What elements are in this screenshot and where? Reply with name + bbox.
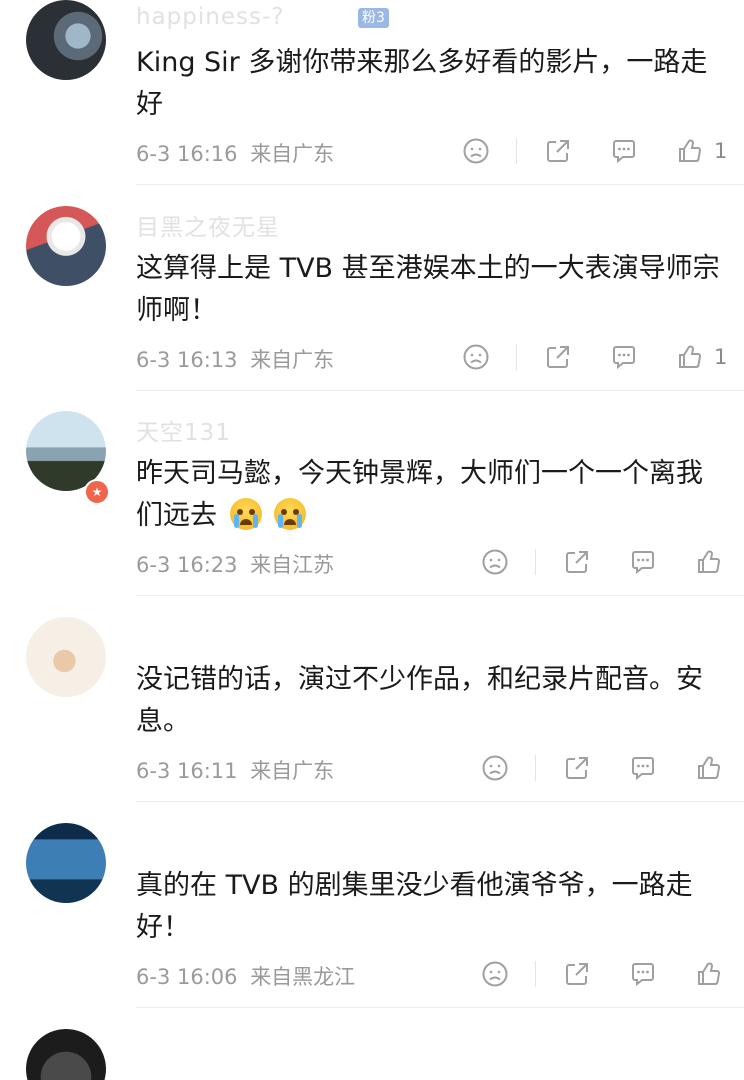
comment-time: 6-3 16:06 [136, 965, 238, 989]
divider [136, 1007, 744, 1008]
frown-icon [463, 138, 489, 164]
like-button[interactable]: 1 [676, 134, 727, 168]
divider [136, 390, 744, 391]
separator [535, 755, 536, 781]
dislike-button[interactable] [481, 751, 509, 785]
comment-meta: 6-3 16:11 来自广东 [136, 755, 334, 785]
share-button[interactable] [563, 751, 591, 785]
share-icon [566, 551, 588, 573]
comment-time: 6-3 16:16 [136, 142, 238, 166]
comment-actions [481, 545, 728, 579]
comment-time: 6-3 16:11 [136, 759, 238, 783]
comment-item: ★ 天空131 昨天司马懿，今天钟景辉，大师们一个一个离我们远去 6-3 16:… [0, 411, 744, 616]
comment-text: King Sir 多谢你带来那么多好看的影片，一路走好 [136, 47, 708, 120]
frown-icon [482, 961, 508, 987]
comment-actions [481, 751, 728, 785]
comment-icon [632, 963, 654, 987]
separator [535, 549, 536, 575]
thumbs-up-icon [698, 550, 721, 573]
reply-button[interactable] [629, 957, 657, 991]
dislike-button[interactable] [481, 957, 509, 991]
comment-text: 昨天司马懿，今天钟景辉，大师们一个一个离我们远去 [136, 453, 728, 537]
comment-item: 真的在 TVB 的剧集里没少看他演爷爷，一路走好！ 6-3 16:06 来自黑龙… [0, 823, 744, 1028]
comment-source: 来自广东 [250, 142, 335, 166]
comment-source: 来自广东 [250, 348, 335, 372]
comment-source: 来自江苏 [250, 553, 335, 577]
share-icon [566, 963, 588, 985]
comment-item: 没记错的话，演过不少作品，和纪录片配音。安息。 6-3 16:11 来自广东 [0, 617, 744, 822]
thumbs-up-icon [698, 962, 721, 985]
comment-item: 目黑之夜无星 这算得上是 TVB 甚至港娱本土的一大表演导师宗师啊！ 6-3 1… [0, 206, 744, 411]
comment-source: 来自黑龙江 [250, 965, 356, 989]
frown-icon [482, 755, 508, 781]
reply-button[interactable] [610, 340, 638, 374]
avatar[interactable] [26, 0, 106, 80]
comment-source: 来自广东 [250, 759, 335, 783]
comment-meta: 6-3 16:23 来自江苏 [136, 549, 334, 579]
share-button[interactable] [563, 545, 591, 579]
comment-actions: 1 [462, 134, 728, 168]
share-button[interactable] [544, 340, 572, 374]
comment-meta: 6-3 16:13 来自广东 [136, 344, 334, 374]
share-icon [547, 140, 569, 162]
comment-text-content: 昨天司马懿，今天钟景辉，大师们一个一个离我们远去 [136, 458, 703, 531]
comment-icon [632, 551, 654, 575]
comment-icon [632, 757, 654, 781]
comment-text: 真的在 TVB 的剧集里没少看他演爷爷，一路走好！ [136, 870, 693, 943]
thumbs-up-icon [698, 756, 721, 779]
crying-emoji-icon [274, 498, 307, 530]
verified-badge: ★ [84, 479, 110, 505]
comment-actions [481, 957, 728, 991]
username[interactable]: happiness-? [136, 4, 284, 30]
like-button[interactable]: 1 [676, 340, 727, 374]
comment-time: 6-3 16:23 [136, 553, 238, 577]
comment-icon [613, 140, 635, 164]
divider [136, 184, 744, 185]
share-icon [566, 757, 588, 779]
like-button[interactable] [695, 957, 723, 991]
like-button[interactable] [695, 545, 723, 579]
frown-icon [463, 344, 489, 370]
comment-meta: 6-3 16:16 来自广东 [136, 138, 334, 168]
share-button[interactable] [544, 134, 572, 168]
divider [136, 801, 744, 802]
thumbs-up-icon [679, 139, 702, 162]
comment-text: 这算得上是 TVB 甚至港娱本土的一大表演导师宗师啊！ [136, 253, 720, 326]
comment-text: 没记错的话，演过不少作品，和纪录片配音。安息。 [136, 664, 703, 737]
divider [136, 595, 744, 596]
reply-button[interactable] [610, 134, 638, 168]
comment-item [0, 1029, 744, 1080]
dislike-button[interactable] [462, 134, 490, 168]
avatar[interactable] [26, 1029, 106, 1080]
comment-meta: 6-3 16:06 来自黑龙江 [136, 961, 355, 991]
share-icon [547, 346, 569, 368]
fan-badge: 粉3 [358, 8, 389, 28]
avatar[interactable] [26, 206, 106, 286]
username[interactable]: 天空131 [136, 413, 231, 447]
dislike-button[interactable] [481, 545, 509, 579]
comment-actions: 1 [462, 340, 728, 374]
avatar[interactable] [26, 823, 106, 903]
comment-icon [613, 346, 635, 370]
dislike-button[interactable] [462, 340, 490, 374]
frown-icon [482, 549, 508, 575]
thumbs-up-icon [679, 345, 702, 368]
avatar[interactable] [26, 617, 106, 697]
separator [516, 344, 517, 370]
like-count: 1 [714, 139, 728, 163]
separator [535, 961, 536, 987]
comment-time: 6-3 16:13 [136, 348, 238, 372]
share-button[interactable] [563, 957, 591, 991]
reply-button[interactable] [629, 751, 657, 785]
comment-item: happiness-? 粉3 King Sir 多谢你带来那么多好看的影片，一路… [0, 0, 744, 205]
like-count: 1 [714, 345, 728, 369]
like-button[interactable] [695, 751, 723, 785]
reply-button[interactable] [629, 545, 657, 579]
separator [516, 138, 517, 164]
crying-emoji-icon [229, 498, 262, 530]
username[interactable]: 目黑之夜无星 [136, 208, 280, 242]
